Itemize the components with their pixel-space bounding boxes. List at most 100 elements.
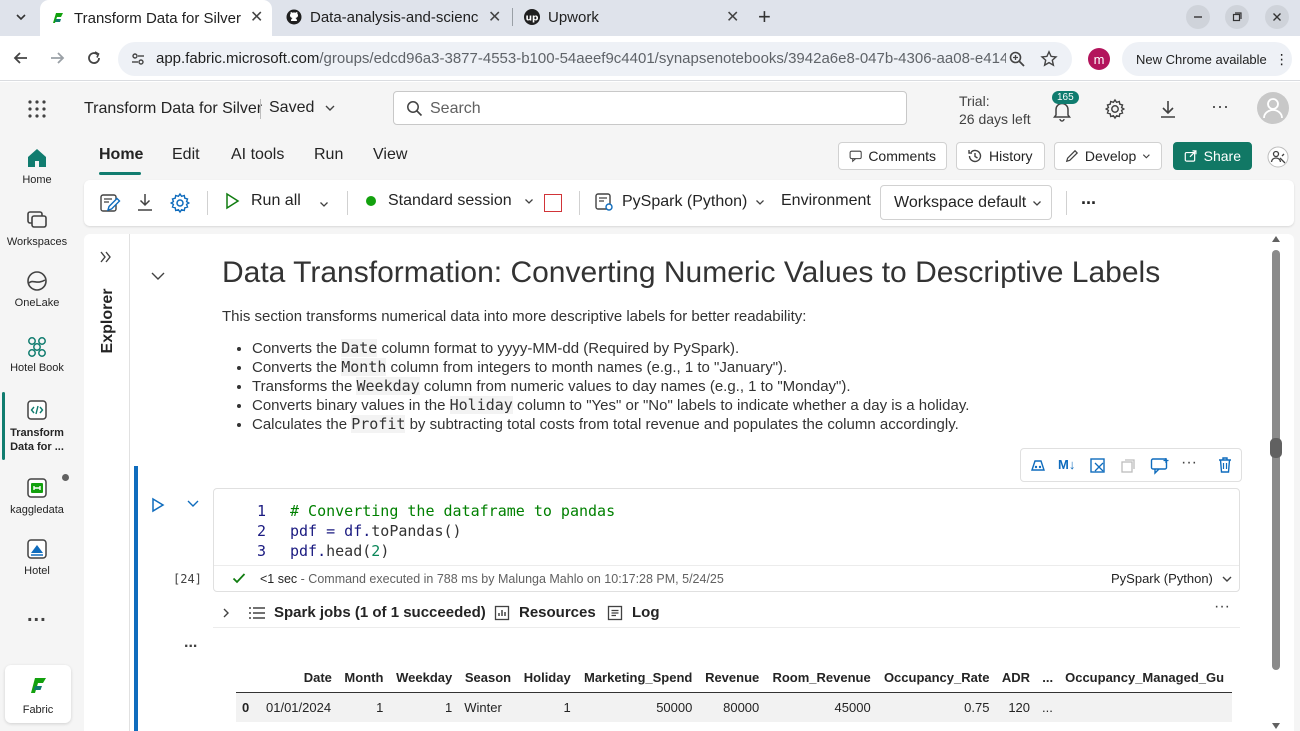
output-more-icon[interactable]: ··· xyxy=(1214,598,1230,616)
stop-session-button[interactable] xyxy=(544,194,562,212)
back-arrow-icon[interactable] xyxy=(12,49,30,67)
tab-view[interactable]: View xyxy=(373,146,407,164)
app-launcher-icon[interactable] xyxy=(27,99,47,119)
fabric-switcher[interactable]: Fabric xyxy=(5,665,71,723)
copilot-icon[interactable] xyxy=(1029,457,1047,475)
expand-chevron-right-icon[interactable] xyxy=(220,607,232,619)
notebook-scrollbar[interactable] xyxy=(1267,234,1285,731)
notifications-badge: 165 xyxy=(1052,91,1079,104)
table-header xyxy=(236,664,260,693)
reload-icon[interactable] xyxy=(85,49,103,67)
rail-item-home[interactable]: Home xyxy=(0,146,74,186)
explorer-label[interactable]: Explorer xyxy=(99,283,117,359)
toolbar-more-button[interactable]: ... xyxy=(1081,188,1096,209)
table-header: ADR xyxy=(995,664,1037,693)
forward-arrow-icon[interactable] xyxy=(48,49,66,67)
run-cell-play-icon[interactable] xyxy=(150,497,166,513)
chevron-down-icon[interactable] xyxy=(319,199,329,209)
new-tab-button[interactable]: + xyxy=(758,4,771,30)
settings-gear-icon[interactable] xyxy=(1104,98,1126,120)
window-close-button[interactable] xyxy=(1265,5,1289,29)
table-cell: 50000 xyxy=(576,692,699,722)
comments-button[interactable]: Comments xyxy=(838,142,947,170)
download-icon[interactable] xyxy=(135,192,155,212)
more-options-icon[interactable]: ··· xyxy=(1211,96,1229,117)
copy-cell-icon[interactable] xyxy=(1119,457,1137,475)
item-title[interactable]: Transform Data for Silver xyxy=(84,100,262,118)
site-info-icon[interactable] xyxy=(130,51,146,67)
language-dropdown[interactable]: PySpark (Python) xyxy=(594,192,765,212)
expand-chevrons-icon[interactable] xyxy=(99,250,113,264)
scrollbar-thumb[interactable] xyxy=(1272,250,1280,670)
rail-item-hotel[interactable]: Hotel xyxy=(0,537,74,577)
cell-language-dropdown[interactable]: PySpark (Python) xyxy=(1111,571,1233,586)
session-dropdown[interactable]: Standard session xyxy=(366,192,534,210)
tab-edit[interactable]: Edit xyxy=(172,146,200,164)
close-icon[interactable]: ✕ xyxy=(488,7,501,27)
add-comment-icon[interactable] xyxy=(1150,457,1170,475)
collaborate-icon[interactable] xyxy=(1267,146,1289,168)
account-avatar[interactable] xyxy=(1257,92,1289,124)
scroll-down-arrow-icon[interactable] xyxy=(1272,723,1280,729)
table-header-row: Date Month Weekday Season Holiday Market… xyxy=(236,664,1232,693)
browser-tab-active[interactable]: Transform Data for Silver ✕ xyxy=(40,0,272,36)
app-header: Transform Data for Silver Saved Search T… xyxy=(0,82,1300,136)
spark-jobs-button[interactable]: Spark jobs (1 of 1 succeeded) xyxy=(248,604,486,621)
trial-status[interactable]: Trial: 26 days left xyxy=(959,92,1031,128)
markdown-bullet-list: Converts the Date column format to yyyy-… xyxy=(222,339,1252,434)
resources-button[interactable]: Resources xyxy=(494,604,596,621)
delete-trash-icon[interactable] xyxy=(1216,456,1234,474)
profile-avatar[interactable]: m xyxy=(1088,48,1110,70)
code-cell-editor[interactable]: 1 2 3 # Converting the dataframe to pand… xyxy=(213,488,1240,592)
run-all-label: Run all xyxy=(251,192,301,209)
saved-status[interactable]: Saved xyxy=(269,99,336,117)
notifications-button[interactable]: 165 xyxy=(1050,91,1079,122)
rail-item-onelake[interactable]: OneLake xyxy=(0,269,74,309)
tab-home[interactable]: Home xyxy=(99,146,143,164)
output-separator xyxy=(213,627,1240,628)
cell-collapse-chevron-icon[interactable] xyxy=(186,497,200,511)
tab-title: Transform Data for Silver xyxy=(74,9,241,27)
browser-tab-github[interactable]: Data-analysis-and-scienc ✕ xyxy=(278,2,510,32)
close-icon[interactable]: ✕ xyxy=(726,7,739,27)
chevron-down-icon xyxy=(524,199,533,204)
collapse-chevron-icon[interactable] xyxy=(150,268,166,284)
markdown-toggle-icon[interactable]: M↓ xyxy=(1058,457,1075,472)
workspace-environment-dropdown[interactable]: Workspace default xyxy=(880,185,1052,220)
tab-search-button[interactable] xyxy=(8,4,34,30)
share-button[interactable]: Share xyxy=(1173,142,1252,170)
rail-label: Hotel xyxy=(24,565,50,577)
new-chrome-button[interactable]: New Chrome available ⋮ xyxy=(1122,42,1292,76)
rail-item-hotel-book[interactable]: Hotel Book xyxy=(0,334,74,374)
settings-gear-icon[interactable] xyxy=(169,192,191,214)
scroll-up-arrow-icon[interactable] xyxy=(1272,236,1280,242)
develop-button[interactable]: Develop xyxy=(1054,142,1162,170)
markdown-cell[interactable]: Data Transformation: Converting Numeric … xyxy=(222,256,1252,434)
minimize-button[interactable] xyxy=(1186,5,1210,29)
output-options-icon[interactable]: ... xyxy=(184,634,197,652)
log-button[interactable]: Log xyxy=(607,604,660,621)
tab-ai-tools[interactable]: AI tools xyxy=(231,146,284,164)
resources-label: Resources xyxy=(519,604,596,621)
close-icon[interactable]: ✕ xyxy=(250,7,263,27)
run-all-button[interactable]: Run all xyxy=(223,192,301,210)
cell-more-icon[interactable]: ··· xyxy=(1181,454,1197,472)
history-button[interactable]: History xyxy=(956,142,1045,170)
bookmark-star-icon[interactable] xyxy=(1040,50,1058,68)
comment-cell-icon[interactable] xyxy=(1089,457,1107,475)
tab-run[interactable]: Run xyxy=(314,146,343,164)
rail-item-kaggledata[interactable]: kaggledata xyxy=(0,476,74,516)
edit-notebook-icon[interactable] xyxy=(99,192,121,214)
zoom-icon[interactable] xyxy=(1008,50,1026,68)
onelake-icon xyxy=(27,271,47,291)
rail-more-button[interactable]: ... xyxy=(27,604,47,627)
new-chrome-label: New Chrome available xyxy=(1136,51,1267,67)
search-input[interactable]: Search xyxy=(393,91,907,125)
rail-item-transform-data[interactable]: Transform Data for ... xyxy=(0,398,74,454)
address-bar[interactable]: app.fabric.microsoft.com/groups/edcd96a3… xyxy=(118,42,1072,76)
browser-tab-upwork[interactable]: up Upwork ✕ xyxy=(516,2,748,32)
rail-item-workspaces[interactable]: Workspaces xyxy=(0,208,74,248)
maximize-button[interactable] xyxy=(1225,5,1249,29)
chevron-down-icon xyxy=(1222,576,1232,582)
download-icon[interactable] xyxy=(1158,99,1178,119)
